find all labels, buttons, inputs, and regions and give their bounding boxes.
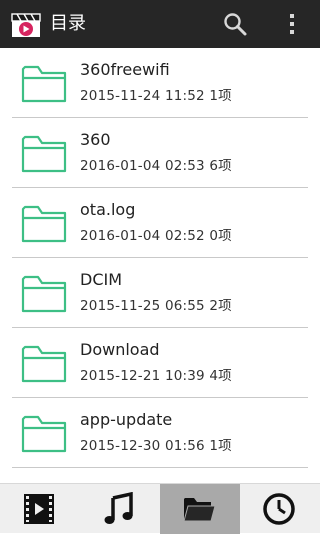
tab-recent[interactable]: [240, 484, 320, 534]
list-item[interactable]: Download 2015-12-21 10:39 4项: [12, 328, 308, 398]
app-bar: 目录: [0, 0, 320, 48]
folder-icon: [21, 275, 67, 313]
folder-icon: [21, 205, 67, 243]
folder-icon: [21, 65, 67, 103]
tab-folders[interactable]: [160, 484, 240, 534]
list-item[interactable]: ota.log 2016-01-04 02:52 0项: [12, 188, 308, 258]
folder-icon: [21, 135, 67, 173]
folder-icon: [183, 498, 216, 522]
page-title: 目录: [50, 13, 86, 34]
music-note-icon: [104, 492, 133, 524]
folder-name: 360: [80, 130, 111, 149]
folder-meta: 2015-11-25 06:55 2项: [80, 298, 232, 314]
clock-icon: [263, 493, 295, 525]
folder-meta: 2015-12-30 01:56 1项: [80, 438, 232, 454]
film-strip-icon: [24, 494, 54, 524]
bottom-tab-bar: [0, 483, 320, 534]
folder-meta: 2016-01-04 02:52 0项: [80, 228, 232, 244]
list-item[interactable]: DCIM 2015-11-25 06:55 2项: [12, 258, 308, 328]
list-item[interactable]: 360 2016-01-04 02:53 6项: [12, 118, 308, 188]
folder-meta: 2015-12-21 10:39 4项: [80, 368, 232, 384]
folder-icon: [21, 345, 67, 383]
overflow-menu-icon[interactable]: [282, 11, 302, 37]
tab-music[interactable]: [80, 484, 160, 534]
folder-name: 360freewifi: [80, 60, 170, 79]
list-item[interactable]: app-update 2015-12-30 01:56 1项: [12, 398, 308, 468]
folder-name: app-update: [80, 410, 173, 429]
folder-name: ota.log: [80, 200, 136, 219]
search-icon[interactable]: [222, 11, 248, 37]
folder-meta: 2016-01-04 02:53 6项: [80, 158, 232, 174]
folder-name: Download: [80, 340, 160, 359]
tab-videos[interactable]: [0, 484, 80, 534]
folder-icon: [21, 415, 67, 453]
folder-meta: 2015-11-24 11:52 1项: [80, 88, 232, 104]
list-item[interactable]: 360freewifi 2015-11-24 11:52 1项: [12, 48, 308, 118]
clapperboard-play-icon: [11, 13, 41, 37]
folder-name: DCIM: [80, 270, 123, 289]
folder-list: 360freewifi 2015-11-24 11:52 1项 360 2016…: [0, 48, 320, 483]
